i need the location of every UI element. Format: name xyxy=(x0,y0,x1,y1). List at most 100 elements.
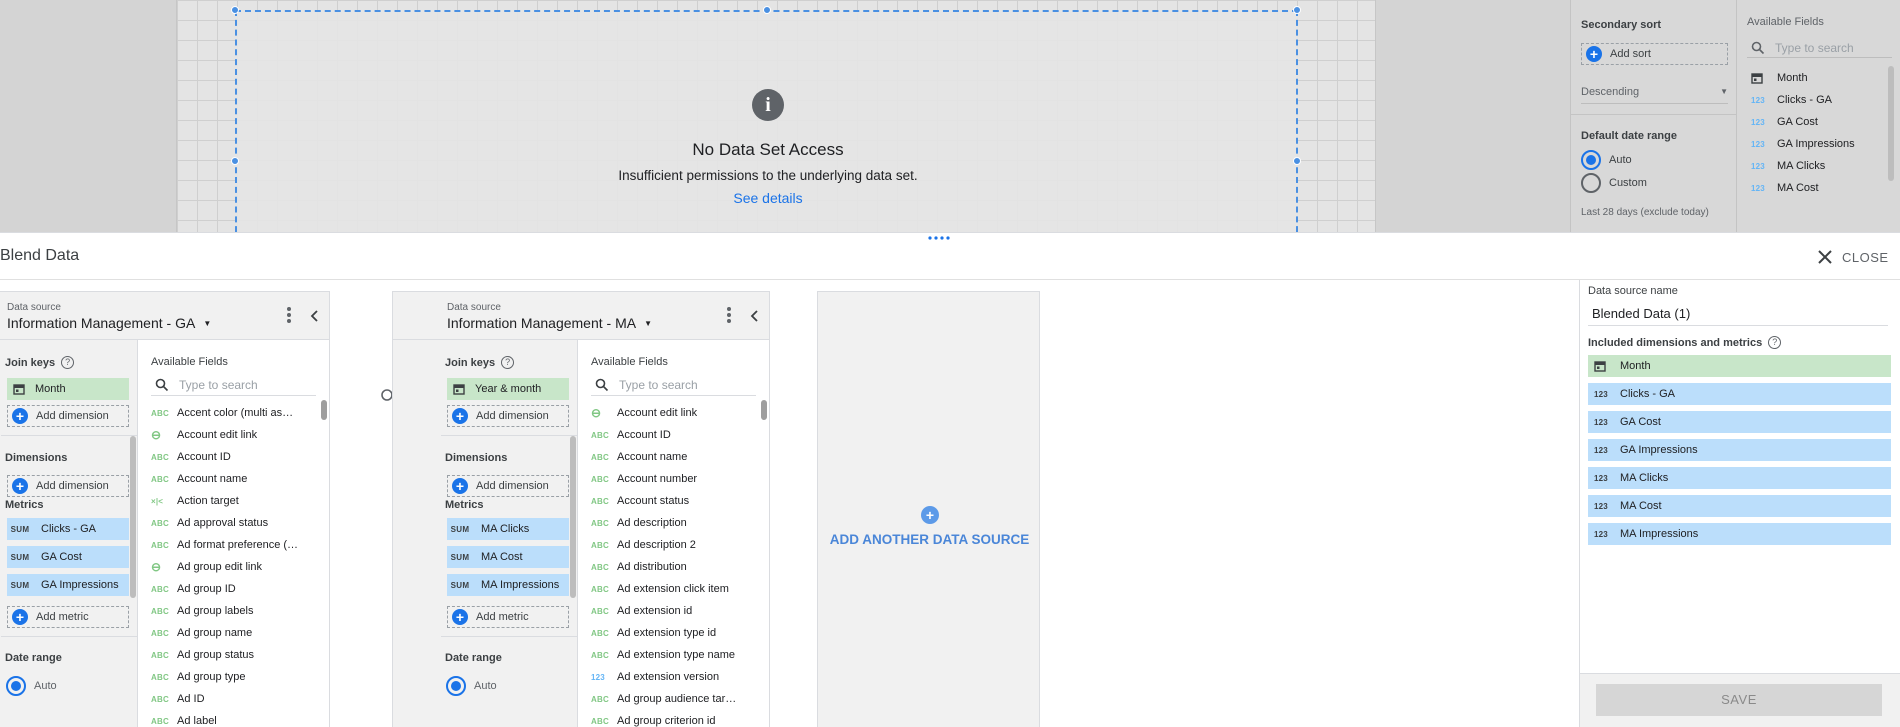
field-item[interactable]: ABC Accent color (multi as… xyxy=(151,402,319,424)
aggregation-badge[interactable]: SUM xyxy=(447,525,473,534)
data-source-header[interactable]: Data source Information Management - MA … xyxy=(393,292,769,340)
collapse-chevron-icon[interactable] xyxy=(310,310,318,322)
field-item[interactable]: ABC Ad ID xyxy=(151,688,319,710)
field-item[interactable]: ABC Ad label xyxy=(151,710,319,727)
metric-chip[interactable]: SUM Clicks - GA xyxy=(7,518,129,540)
help-icon[interactable]: ? xyxy=(1768,336,1782,349)
field-item[interactable]: ABC Account name xyxy=(591,446,759,468)
metric-chip[interactable]: SUM MA Cost xyxy=(447,546,569,568)
field-item[interactable]: ⊖ Account edit link xyxy=(591,402,759,424)
collapse-chevron-icon[interactable] xyxy=(750,310,758,322)
field-item[interactable]: ABC Ad group audience tar… xyxy=(591,688,759,710)
add-metric-button[interactable]: + Add metric xyxy=(447,606,569,628)
add-join-dimension-button[interactable]: + Add dimension xyxy=(447,405,569,427)
metric-chip[interactable]: SUM MA Impressions xyxy=(447,574,569,596)
join-key-chip[interactable]: Year & month xyxy=(447,378,569,400)
field-item[interactable]: ABC Ad extension id xyxy=(591,600,759,622)
included-field-chip[interactable]: 123 Clicks - GA xyxy=(1588,383,1891,405)
field-search-input[interactable]: Type to search xyxy=(151,374,316,396)
add-another-data-source-button[interactable]: + ADD ANOTHER DATA SOURCE xyxy=(817,291,1040,727)
field-search-input[interactable]: Type to search xyxy=(1747,38,1892,58)
metric-chip[interactable]: SUM GA Impressions xyxy=(7,574,129,596)
save-button[interactable]: SAVE xyxy=(1596,684,1882,716)
add-dimension-button[interactable]: + Add dimension xyxy=(7,475,129,497)
field-item[interactable]: 123 GA Cost xyxy=(1747,111,1892,133)
field-item[interactable]: ABC Account status xyxy=(591,490,759,512)
more-options-icon[interactable] xyxy=(727,307,731,323)
scrollbar[interactable] xyxy=(321,400,327,420)
field-item[interactable]: ABC Ad group labels xyxy=(151,600,319,622)
field-item[interactable]: 123 Clicks - GA xyxy=(1747,89,1892,111)
included-field-chip[interactable]: Month xyxy=(1588,355,1891,377)
included-field-chip[interactable]: 123 MA Impressions xyxy=(1588,523,1891,545)
field-item[interactable]: ABC Ad approval status xyxy=(151,512,319,534)
field-item[interactable]: ABC Account ID xyxy=(591,424,759,446)
more-options-icon[interactable] xyxy=(287,307,291,323)
field-item[interactable]: ABC Ad format preference (… xyxy=(151,534,319,556)
see-details-link[interactable]: See details xyxy=(540,190,996,206)
sort-order-select[interactable]: Descending ▼ xyxy=(1581,80,1728,104)
resize-handle[interactable] xyxy=(231,6,239,14)
add-dimension-button[interactable]: + Add dimension xyxy=(447,475,569,497)
scrollbar[interactable] xyxy=(1888,66,1894,181)
scrollbar[interactable] xyxy=(761,400,767,420)
add-metric-button[interactable]: + Add metric xyxy=(7,606,129,628)
resize-handle[interactable] xyxy=(1293,157,1301,165)
field-item[interactable]: ABC Account name xyxy=(151,468,319,490)
resize-handle[interactable] xyxy=(1293,6,1301,14)
field-item[interactable]: ABC Ad group status xyxy=(151,644,319,666)
resize-handle[interactable] xyxy=(763,6,771,14)
resize-handle[interactable] xyxy=(231,157,239,165)
field-item[interactable]: ABC Ad extension type id xyxy=(591,622,759,644)
aggregation-badge[interactable]: SUM xyxy=(7,581,33,590)
field-item[interactable]: 123 GA Impressions xyxy=(1747,133,1892,155)
aggregation-badge[interactable]: SUM xyxy=(7,553,33,562)
field-item[interactable]: ×|< Action target xyxy=(151,490,319,512)
field-search-input[interactable]: Type to search xyxy=(591,374,756,396)
metric-chip[interactable]: SUM MA Clicks xyxy=(447,518,569,540)
join-key-chip[interactable]: Month xyxy=(7,378,129,400)
add-sort-button[interactable]: + Add sort xyxy=(1581,43,1728,65)
date-range-auto-radio[interactable] xyxy=(446,676,466,696)
close-button[interactable]: CLOSE xyxy=(1818,243,1898,271)
data-source-select[interactable]: Information Management - GA ▼ xyxy=(7,315,211,331)
included-field-chip[interactable]: 123 GA Impressions xyxy=(1588,439,1891,461)
field-item[interactable]: 123 MA Cost xyxy=(1747,177,1892,199)
help-icon[interactable]: ? xyxy=(501,356,515,369)
field-item[interactable]: ABC Account ID xyxy=(151,446,319,468)
field-item[interactable]: 123 MA Clicks xyxy=(1747,155,1892,177)
metric-chip[interactable]: SUM GA Cost xyxy=(7,546,129,568)
field-item[interactable]: 123 Ad extension version xyxy=(591,666,759,688)
field-item[interactable]: ABC Ad description 2 xyxy=(591,534,759,556)
field-item[interactable]: ABC Ad extension click item xyxy=(591,578,759,600)
field-item[interactable]: ABC Ad group ID xyxy=(151,578,319,600)
field-item[interactable]: Month xyxy=(1747,67,1892,89)
field-item[interactable]: ABC Ad extension type name xyxy=(591,644,759,666)
field-item[interactable]: ABC Ad group name xyxy=(151,622,319,644)
aggregation-badge[interactable]: SUM xyxy=(447,553,473,562)
data-source-header[interactable]: Data source Information Management - GA … xyxy=(0,292,329,340)
aggregation-badge[interactable]: SUM xyxy=(7,525,33,534)
data-source-select[interactable]: Information Management - MA ▼ xyxy=(447,315,652,331)
auto-radio[interactable] xyxy=(1581,150,1601,170)
add-join-dimension-button[interactable]: + Add dimension xyxy=(7,405,129,427)
data-source-name-input[interactable]: Blended Data (1) xyxy=(1588,300,1888,326)
aggregation-badge[interactable]: SUM xyxy=(447,581,473,590)
included-field-chip[interactable]: 123 GA Cost xyxy=(1588,411,1891,433)
field-item[interactable]: ABC Ad description xyxy=(591,512,759,534)
included-field-chip[interactable]: 123 MA Cost xyxy=(1588,495,1891,517)
field-item[interactable]: ⊖ Ad group edit link xyxy=(151,556,319,578)
custom-radio[interactable] xyxy=(1581,173,1601,193)
field-item[interactable]: ABC Ad distribution xyxy=(591,556,759,578)
field-item[interactable]: ABC Ad group type xyxy=(151,666,319,688)
scrollbar[interactable] xyxy=(570,436,576,598)
field-name: Ad extension id xyxy=(617,605,693,617)
field-item[interactable]: ⊖ Account edit link xyxy=(151,424,319,446)
drag-handle-icon[interactable] xyxy=(927,235,951,241)
date-range-auto-radio[interactable] xyxy=(6,676,26,696)
help-icon[interactable]: ? xyxy=(61,356,75,369)
field-item[interactable]: ABC Account number xyxy=(591,468,759,490)
scrollbar[interactable] xyxy=(130,436,136,598)
field-item[interactable]: ABC Ad group criterion id xyxy=(591,710,759,727)
included-field-chip[interactable]: 123 MA Clicks xyxy=(1588,467,1891,489)
